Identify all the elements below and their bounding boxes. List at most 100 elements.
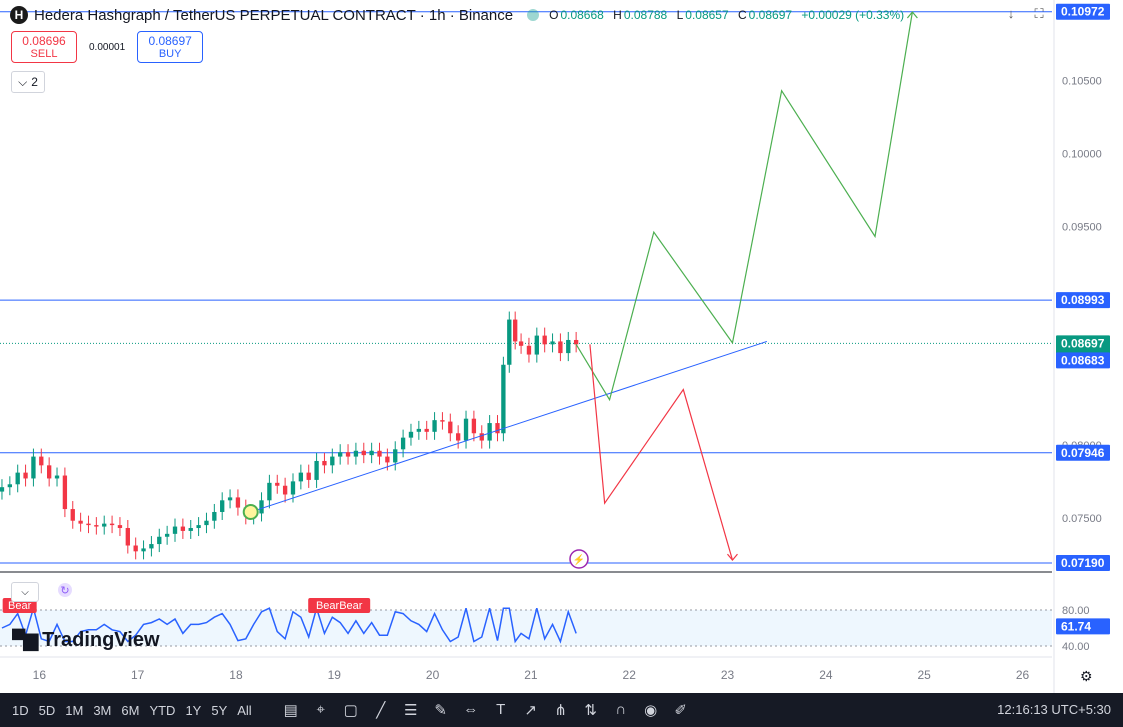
x-tick-label: 23 <box>721 668 735 682</box>
candle-body <box>267 482 272 501</box>
candle-body <box>117 525 123 529</box>
candle-body <box>518 341 524 346</box>
candle <box>495 415 500 442</box>
candle-body <box>94 525 99 527</box>
tf-3m[interactable]: 3M <box>93 703 111 718</box>
candle-body <box>455 433 461 441</box>
candle <box>267 474 272 509</box>
sell-button[interactable]: 0.08696 SELL <box>11 31 77 63</box>
candle-body <box>361 450 366 456</box>
tf-1d[interactable]: 1D <box>12 703 29 718</box>
change-value: +0.00029 (+0.33%) <box>801 8 905 22</box>
candle-body <box>526 345 532 355</box>
candle <box>306 464 311 488</box>
candle <box>125 519 130 554</box>
brush-icon[interactable]: ✎ <box>432 701 450 719</box>
candle-body <box>164 533 170 537</box>
x-tick-label: 26 <box>1016 668 1030 682</box>
candle <box>566 331 571 362</box>
candle <box>46 457 52 487</box>
tf-all[interactable]: All <box>237 703 251 718</box>
rectangle-icon[interactable]: ▢ <box>342 701 360 719</box>
candle <box>133 537 138 560</box>
tf-ytd[interactable]: YTD <box>149 703 175 718</box>
price-chart[interactable]: 0.075000.080000.095000.100000.1050016171… <box>0 0 1123 693</box>
candle <box>102 515 107 535</box>
forecast-icon[interactable]: ⇅ <box>582 701 600 719</box>
candle <box>463 410 469 449</box>
tf-6m[interactable]: 6M <box>121 703 139 718</box>
lightning-glyph: ⚡ <box>573 553 585 566</box>
tf-5y[interactable]: 5Y <box>211 703 227 718</box>
candle-body <box>513 319 518 342</box>
candle <box>70 501 75 529</box>
candle <box>180 518 186 539</box>
low-value: 0.08657 <box>685 8 729 22</box>
market-status-icon <box>527 9 540 21</box>
candle <box>408 423 414 446</box>
arrow-down-icon[interactable]: ↓ <box>1002 6 1020 22</box>
candle <box>259 492 264 522</box>
candle-body <box>306 472 311 480</box>
pen-icon[interactable]: ✐ <box>672 701 690 719</box>
trendline-icon[interactable]: ╱ <box>372 701 390 719</box>
eye-icon[interactable]: ◉ <box>642 701 660 719</box>
candle <box>39 448 44 474</box>
candle-body <box>400 437 406 450</box>
bear-signal-label: BearBear <box>316 600 363 612</box>
candle <box>361 442 366 464</box>
text-icon[interactable]: T <box>492 701 510 719</box>
candle-body <box>157 536 162 545</box>
tf-1m[interactable]: 1M <box>65 703 83 718</box>
candle <box>78 512 83 532</box>
candle <box>164 525 170 545</box>
candle <box>369 442 374 464</box>
candle-body <box>542 335 547 345</box>
pattern-icon[interactable]: ⋔ <box>552 701 570 719</box>
indicator-toggle-button[interactable]: ⌵ 2 <box>11 71 45 93</box>
arrow-icon[interactable]: ↗ <box>522 701 540 719</box>
candle-body <box>479 433 484 441</box>
y-tick-label: 0.07500 <box>1062 513 1102 525</box>
tf-5d[interactable]: 5D <box>39 703 56 718</box>
candle <box>558 333 563 362</box>
calendar-icon[interactable]: ▤ <box>282 701 300 719</box>
bearish-arrowhead <box>727 553 738 562</box>
candle-body <box>282 485 288 495</box>
candle-body <box>440 420 445 422</box>
refresh-icon[interactable]: ↻ <box>58 583 72 597</box>
fib-icon[interactable]: ☰ <box>402 701 420 719</box>
candle <box>0 479 5 500</box>
candle <box>204 512 209 534</box>
candle <box>275 474 280 494</box>
candle-body <box>31 456 36 479</box>
candle-body <box>448 421 453 434</box>
candle <box>117 517 123 537</box>
tf-1y[interactable]: 1Y <box>185 703 201 718</box>
candle-body <box>393 449 398 463</box>
buy-button[interactable]: 0.08697 BUY <box>137 31 204 63</box>
close-value: 0.08697 <box>748 8 793 22</box>
x-tick-label: 19 <box>328 668 342 682</box>
trendline-anchor <box>242 503 259 520</box>
bottom-toolbar: 1D 5D 1M 3M 6M YTD 1Y 5Y All ▤ ⌖ ▢ ╱ ☰ ✎… <box>0 693 1123 727</box>
cursor-icon[interactable]: ⌖ <box>312 701 330 719</box>
candle-body <box>180 526 186 531</box>
candle <box>157 528 162 553</box>
pane-collapse-button[interactable]: ⌵ <box>11 582 39 602</box>
candle-body <box>338 452 343 457</box>
candle-body <box>62 475 68 510</box>
measure-icon[interactable]: ⇔ <box>462 701 480 719</box>
candle-body <box>39 456 44 466</box>
candle-body <box>353 450 359 457</box>
candle-body <box>330 456 335 466</box>
magnet-icon[interactable]: ∩ <box>612 701 630 719</box>
candle <box>479 425 484 449</box>
fullscreen-icon[interactable]: ⛶ <box>1030 6 1048 22</box>
candle <box>31 448 36 487</box>
settings-icon[interactable]: ⚙ <box>1080 668 1093 685</box>
chevron-down-icon: ⌵ <box>21 586 29 598</box>
candle <box>109 515 115 534</box>
x-tick-label: 16 <box>33 668 47 682</box>
symbol-title[interactable]: Hedera Hashgraph / TetherUS PERPETUAL CO… <box>34 7 513 24</box>
